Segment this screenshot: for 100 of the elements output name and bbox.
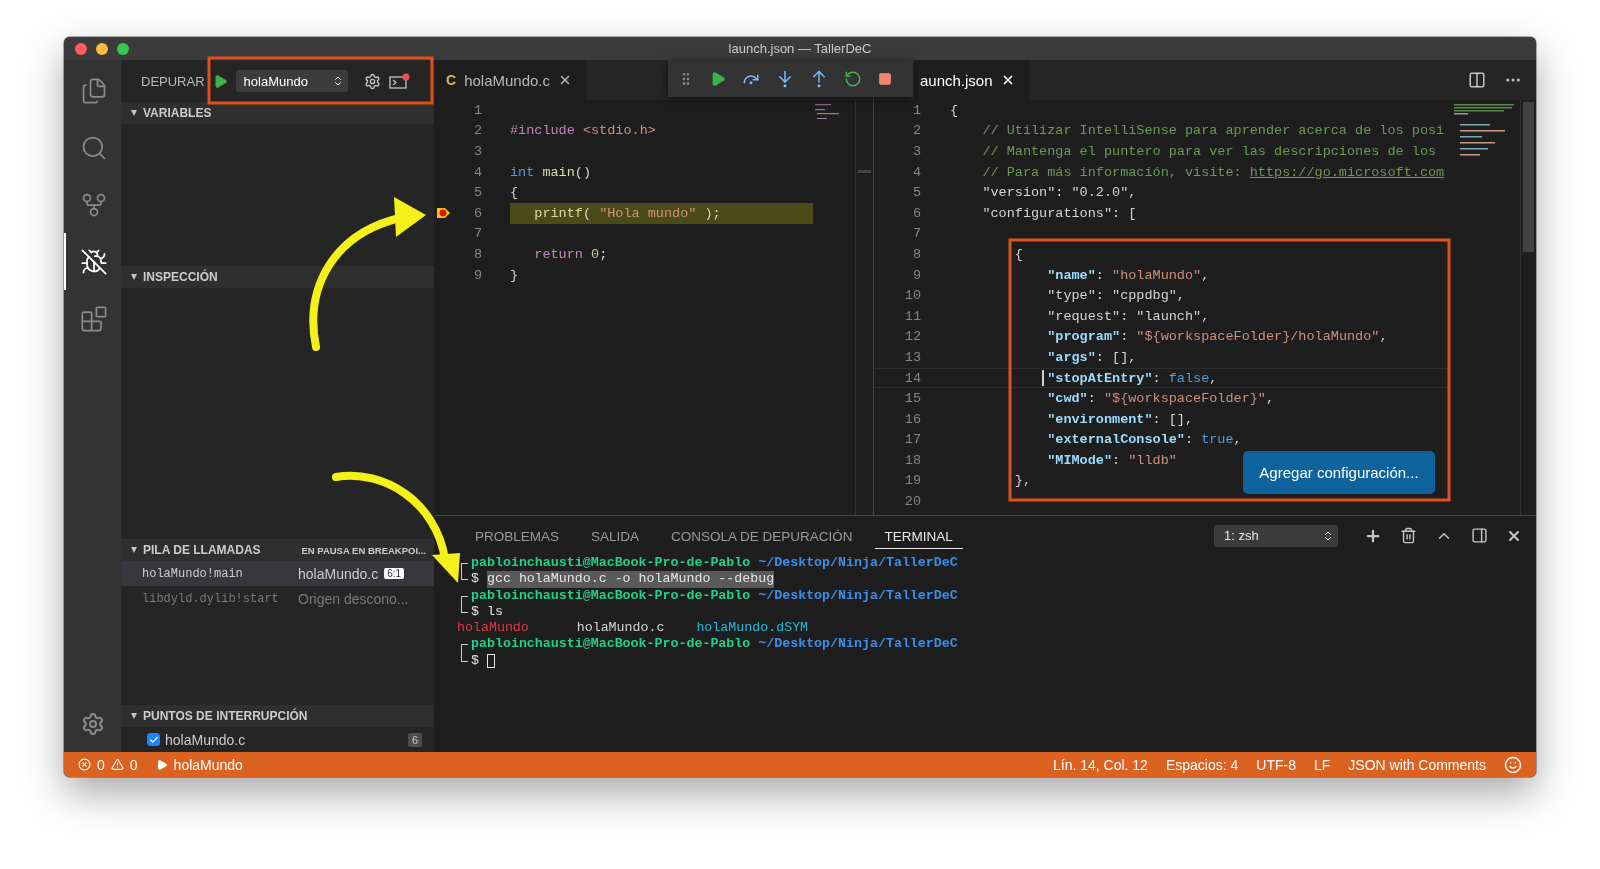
- code-line: {: [950, 101, 959, 120]
- call-stack-frame[interactable]: libdyld.dylib!start Origen descono...: [121, 586, 434, 611]
- panel-tab[interactable]: PROBLEMAS: [465, 522, 570, 549]
- split-editor-icon[interactable]: [1468, 71, 1486, 89]
- step-out-icon[interactable]: [810, 69, 828, 88]
- settings-icon[interactable]: [80, 712, 105, 736]
- code-line: "args": [],: [1046, 348, 1137, 367]
- link[interactable]: https://go.microsoft.com: [1249, 164, 1445, 180]
- add-configuration-button[interactable]: Agregar configuración...: [1243, 451, 1435, 494]
- updown-icon: [1322, 529, 1334, 542]
- editor-tab[interactable]: aunch.json: [914, 60, 1029, 100]
- line-number: 18: [903, 452, 921, 468]
- line-number: 7: [472, 226, 482, 242]
- stop-icon[interactable]: [878, 71, 892, 86]
- section-header[interactable]: PUNTOS DE INTERRUPCIÓN: [121, 705, 434, 727]
- error-icon[interactable]: [78, 758, 91, 771]
- line-number: 17: [903, 432, 921, 448]
- line-number: 19: [903, 473, 921, 489]
- line-number: 4: [911, 164, 921, 180]
- configuration-select[interactable]: holaMundo: [235, 70, 348, 92]
- minimap-drawing: [815, 104, 839, 119]
- trash-icon[interactable]: [1400, 527, 1417, 544]
- code-line: "MIMode": "lldb": [1046, 451, 1177, 470]
- prompt-path: ~/Desktop/Ninja/TallerDeC: [758, 587, 958, 604]
- close-button[interactable]: [75, 43, 87, 55]
- play-icon[interactable]: [212, 73, 228, 89]
- terminal-select[interactable]: 1: zsh: [1214, 524, 1338, 547]
- continue-icon[interactable]: [710, 70, 726, 87]
- prompt-path: ~/Desktop/Ninja/TallerDeC: [758, 636, 958, 653]
- line-number: 11: [903, 308, 921, 324]
- minimap-drawing: [1454, 104, 1514, 156]
- code-line: "cwd": "${workspaceFolder}",: [1046, 390, 1275, 409]
- frame-function: holaMundo!main: [142, 566, 244, 581]
- section-title: VARIABLES: [143, 106, 212, 120]
- console-icon[interactable]: [388, 73, 411, 89]
- file-name: holaMundo.dSYM: [696, 620, 810, 637]
- call-stack-frame[interactable]: holaMundo!main holaMundo.c 6:1: [121, 561, 434, 586]
- status-item[interactable]: Lín. 14, Col. 12: [1052, 756, 1148, 773]
- code-line: "externalConsole": true,: [1046, 431, 1242, 450]
- code-line: },: [1013, 472, 1031, 491]
- line-number: 8: [472, 246, 482, 262]
- scrollbar-thumb[interactable]: [858, 170, 871, 173]
- line-number: 6: [472, 205, 482, 221]
- frame-function: libdyld.dylib!start: [142, 591, 280, 606]
- panel-tab[interactable]: SALIDA: [581, 522, 650, 549]
- zoom-button[interactable]: [117, 43, 129, 55]
- step-into-icon[interactable]: [776, 69, 794, 88]
- code-line: {: [1013, 245, 1023, 264]
- line-number: 16: [903, 411, 921, 427]
- code-line: int main(): [510, 163, 592, 182]
- line-number: 5: [911, 185, 921, 201]
- launch-configuration[interactable]: holaMundo: [173, 756, 243, 773]
- terminal-command: gcc holaMundo.c -o holaMundo --debug: [486, 571, 775, 588]
- line-number: 14: [903, 370, 921, 386]
- line-number: 20: [903, 494, 921, 510]
- section-header[interactable]: INSPECCIÓN: [121, 266, 434, 288]
- warning-icon[interactable]: [110, 758, 124, 771]
- scrollbar-thumb[interactable]: [1523, 102, 1534, 252]
- frame-source: Origen descono...: [298, 590, 409, 607]
- line-number: 1: [911, 102, 921, 118]
- status-item[interactable]: Espacios: 4: [1165, 756, 1239, 773]
- panel-tab[interactable]: TERMINAL: [874, 522, 963, 549]
- code-line: "version": "0.2.0",: [981, 184, 1137, 203]
- error-count: 0: [97, 756, 105, 773]
- frame-source: holaMundo.c: [298, 565, 379, 582]
- status-item[interactable]: UTF-8: [1256, 756, 1296, 773]
- line-badge: 6: [407, 732, 422, 747]
- prompt-path: ~/Desktop/Ninja/TallerDeC: [758, 555, 958, 572]
- line-number: 8: [911, 246, 921, 262]
- section-header[interactable]: PILA DE LLAMADAS EN PAUSA EN BREAKPOI...: [121, 539, 434, 561]
- section-title: INSPECCIÓN: [143, 270, 218, 284]
- code-line: // Utilizar IntelliSense para aprender acerca de los posi: [981, 122, 1445, 141]
- status-item[interactable]: JSON with Comments: [1348, 756, 1486, 773]
- code-line: "configurations": [: [981, 204, 1137, 223]
- code-line: #include <stdio.h>: [510, 122, 657, 141]
- code-line: {: [510, 184, 520, 203]
- section-title: PUNTOS DE INTERRUPCIÓN: [143, 709, 308, 723]
- panel-tab[interactable]: CONSOLA DE DEPURACIÓN: [661, 522, 863, 549]
- line-number: 12: [903, 329, 921, 345]
- status-item[interactable]: LF: [1313, 756, 1331, 773]
- play-icon[interactable]: [155, 758, 168, 771]
- code-line: "environment": [],: [1046, 410, 1194, 429]
- warning-count: 0: [129, 756, 138, 773]
- breakpoint-icon[interactable]: [436, 207, 450, 220]
- code-line: "program": "${workspaceFolder}/holaMundo",: [1046, 328, 1388, 347]
- code-line: // Para más información, visite: https://go.microsoft.com: [981, 163, 1445, 182]
- panel-layout-icon[interactable]: [1471, 527, 1488, 544]
- restart-icon[interactable]: [844, 69, 862, 88]
- line-number: 3: [472, 144, 482, 159]
- editor-tab[interactable]: C holaMundo.c: [434, 60, 587, 100]
- frame-position: 6:1: [384, 568, 405, 579]
- smiley-icon[interactable]: [1504, 755, 1522, 774]
- settings-icon[interactable]: [363, 72, 381, 90]
- terminal-command: ls: [486, 603, 503, 621]
- breakpoint-file: holaMundo.c: [165, 731, 246, 748]
- line-number: 3: [911, 144, 921, 159]
- checkbox[interactable]: [147, 733, 160, 746]
- code-line: "type": "cppdbg",: [1046, 287, 1185, 306]
- file-name: holaMundo: [457, 620, 530, 637]
- minimize-button[interactable]: [96, 43, 108, 55]
